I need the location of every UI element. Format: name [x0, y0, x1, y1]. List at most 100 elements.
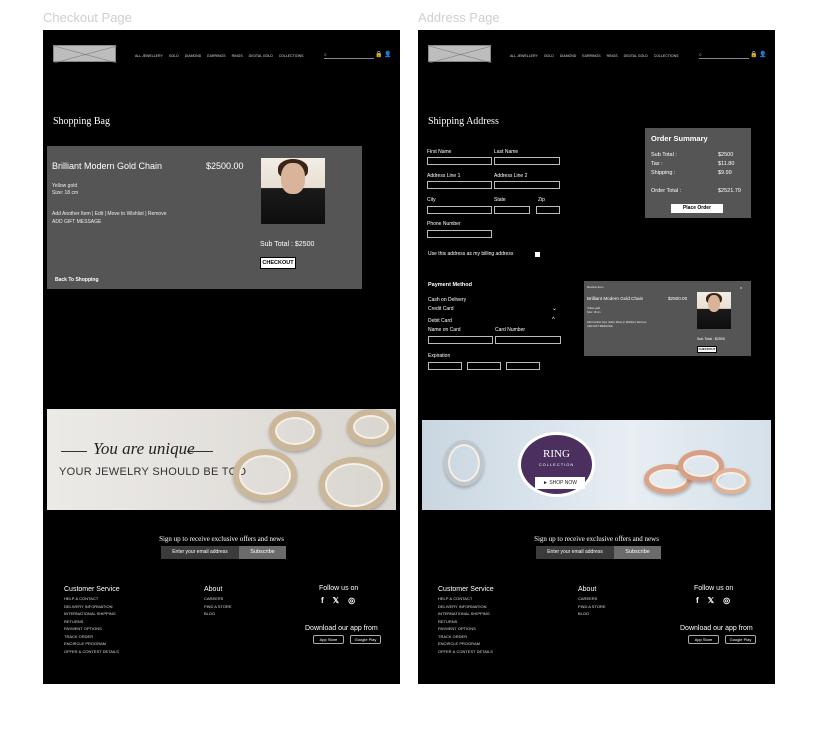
- cash-on-delivery-option[interactable]: Cash on Delivery: [428, 297, 466, 303]
- footer-link[interactable]: CAREERS: [578, 595, 606, 603]
- last-name-label: Last Name: [494, 149, 519, 155]
- expiration-month-field[interactable]: [428, 362, 462, 370]
- footer-link[interactable]: RETURNS: [438, 618, 494, 626]
- back-to-shopping-link[interactable]: Back To Shopping: [55, 277, 99, 283]
- nav-item[interactable]: DIAMOND: [185, 54, 202, 58]
- item-action-links[interactable]: Add Another Item | Edit | Move to Wishli…: [52, 210, 167, 218]
- footer-link[interactable]: TRACK ORDER: [64, 633, 120, 641]
- product-size: Size: 18 cm: [52, 190, 79, 196]
- nav-item[interactable]: GOLD: [169, 54, 179, 58]
- last-name-field[interactable]: [494, 157, 560, 165]
- email-field[interactable]: Enter your email address: [161, 546, 239, 559]
- nav-item[interactable]: COLLECTIONS: [654, 54, 679, 58]
- nav-item[interactable]: EARRINGS: [207, 54, 225, 58]
- subtotal: Sub Total : $2500: [697, 337, 725, 341]
- state-field[interactable]: [494, 206, 530, 214]
- shop-now-button[interactable]: ► SHOP NOW: [535, 477, 585, 489]
- footer-link[interactable]: INTERNATIONAL SHIPPING: [438, 610, 494, 618]
- footer-link[interactable]: ENCIRCLE PROGRAM: [438, 640, 494, 648]
- nav-item[interactable]: COLLECTIONS: [279, 54, 304, 58]
- instagram-icon[interactable]: ◎: [348, 596, 355, 605]
- header-icons[interactable]: 🔒 👤: [750, 51, 767, 58]
- nav-item[interactable]: ALL JEWELLERY: [135, 54, 163, 58]
- gift-message-link[interactable]: ADD GIFT MESSAGE: [52, 218, 167, 226]
- debit-card-option[interactable]: Debit Card: [428, 318, 452, 324]
- footer-link[interactable]: CAREERS: [204, 595, 232, 603]
- footer-link[interactable]: DELIVERY INFORMATION: [438, 603, 494, 611]
- chevron-down-icon[interactable]: ⌄: [552, 305, 557, 312]
- footer-link[interactable]: PAYMENT OPTIONS: [438, 625, 494, 633]
- card-number-field[interactable]: [495, 336, 561, 344]
- nav-item[interactable]: GOLD: [544, 54, 554, 58]
- footer-link[interactable]: PAYMENT OPTIONS: [64, 625, 120, 633]
- twitter-icon[interactable]: 𝕏: [708, 596, 714, 605]
- footer-link[interactable]: DELIVERY INFORMATION: [64, 603, 120, 611]
- twitter-icon[interactable]: 𝕏: [333, 596, 339, 605]
- cart-user-icon[interactable]: 🔒 👤: [750, 52, 767, 58]
- phone-field[interactable]: [427, 230, 492, 238]
- footer-link[interactable]: HELP & CONTACT: [64, 595, 120, 603]
- facebook-icon[interactable]: f: [696, 596, 699, 605]
- logo-placeholder[interactable]: [428, 45, 493, 64]
- city-field[interactable]: [427, 206, 492, 214]
- checkout-button[interactable]: CHECKOUT: [260, 257, 296, 269]
- footer-link[interactable]: OFFER & CONTEST DETAILS: [64, 648, 120, 656]
- nav-item[interactable]: DIGITAL GOLD: [624, 54, 648, 58]
- customer-service-column: Customer Service HELP & CONTACT DELIVERY…: [438, 586, 494, 655]
- app-store-badge[interactable]: App Store: [688, 635, 719, 644]
- email-field[interactable]: Enter your email address: [536, 546, 614, 559]
- checkout-button[interactable]: CHECKOUT: [697, 346, 717, 353]
- nav-item[interactable]: RINGS: [607, 54, 618, 58]
- name-on-card-field[interactable]: [428, 336, 493, 344]
- product-name[interactable]: Brilliant Modern Gold Chain: [52, 161, 162, 171]
- google-play-badge[interactable]: Google Play: [725, 635, 756, 644]
- footer-link[interactable]: TRACK ORDER: [438, 633, 494, 641]
- billing-same-checkbox[interactable]: [535, 252, 540, 257]
- logo-placeholder[interactable]: [53, 45, 118, 64]
- ring-image: [269, 411, 321, 451]
- product-name[interactable]: Brilliant Modern Gold Chain: [587, 296, 643, 301]
- search-input[interactable]: ⌕: [324, 52, 374, 59]
- footer-link[interactable]: INTERNATIONAL SHIPPING: [64, 610, 120, 618]
- app-store-badge[interactable]: App Store: [313, 635, 344, 644]
- cart-user-icon[interactable]: 🔒 👤: [375, 52, 392, 58]
- nav-item[interactable]: EARRINGS: [582, 54, 600, 58]
- footer-link[interactable]: ENCIRCLE PROGRAM: [64, 640, 120, 648]
- instagram-icon[interactable]: ◎: [723, 596, 730, 605]
- footer-link[interactable]: BLOG: [204, 610, 232, 618]
- promo-banner[interactable]: You are unique YOUR JEWELRY SHOULD BE TO…: [47, 409, 396, 510]
- footer-link[interactable]: OFFER & CONTEST DETAILS: [438, 648, 494, 656]
- product-meta: Yellow gold Size: 18 cm: [587, 307, 601, 314]
- nav-item[interactable]: DIGITAL GOLD: [249, 54, 273, 58]
- header-icons[interactable]: 🔒 👤: [375, 51, 392, 58]
- nav-item[interactable]: ALL JEWELLERY: [510, 54, 538, 58]
- subscribe-button[interactable]: Subscribe: [239, 546, 286, 559]
- footer-link[interactable]: RETURNS: [64, 618, 120, 626]
- place-order-button[interactable]: Place Order: [671, 204, 723, 213]
- credit-card-option[interactable]: Credit Card: [428, 306, 454, 312]
- cvv-field[interactable]: [506, 362, 540, 370]
- google-play-badge[interactable]: Google Play: [350, 635, 381, 644]
- nav-item[interactable]: DIAMOND: [560, 54, 577, 58]
- footer-link[interactable]: BLOG: [578, 610, 606, 618]
- facebook-icon[interactable]: f: [321, 596, 324, 605]
- close-icon[interactable]: x: [740, 284, 742, 291]
- subtotal: Sub Total : $2500: [260, 241, 315, 248]
- footer-link[interactable]: FIND A STORE: [204, 603, 232, 611]
- address-line2-field[interactable]: [494, 181, 560, 189]
- billing-same-label: Use this address as my billing address: [428, 251, 514, 257]
- footer-link[interactable]: FIND A STORE: [578, 603, 606, 611]
- search-input[interactable]: ⌕: [699, 52, 749, 59]
- gift-message-link[interactable]: ADD GIFT MESSAGE: [587, 325, 646, 329]
- summary-value: $9.99: [718, 170, 732, 176]
- chevron-up-icon[interactable]: ^: [552, 317, 555, 323]
- newsletter-title: Sign up to receive exclusive offers and …: [159, 535, 284, 543]
- expiration-year-field[interactable]: [467, 362, 501, 370]
- nav-item[interactable]: RINGS: [232, 54, 243, 58]
- zip-field[interactable]: [536, 206, 560, 214]
- subscribe-button[interactable]: Subscribe: [614, 546, 661, 559]
- address-line1-field[interactable]: [427, 181, 492, 189]
- first-name-field[interactable]: [427, 157, 492, 165]
- footer-link[interactable]: HELP & CONTACT: [438, 595, 494, 603]
- ring-collection-banner[interactable]: RING COLLECTION ► SHOP NOW: [422, 420, 771, 510]
